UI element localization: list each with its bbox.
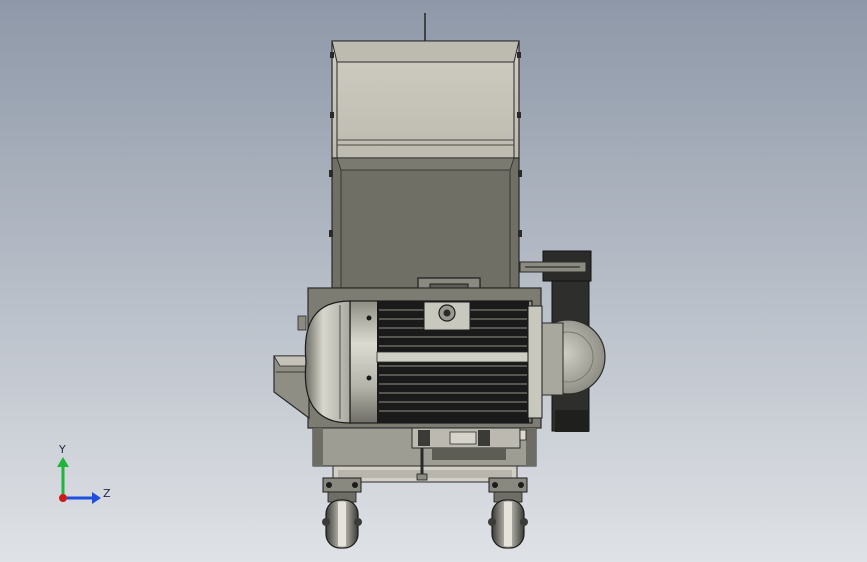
y-axis-label: Y [58,443,66,456]
discharge-chute [273,355,310,420]
left-caster-wheel [322,477,362,549]
z-axis-label: Z [103,487,111,500]
granulator-model: Y Z [57,13,606,549]
hopper [330,13,521,160]
x-axis-origin [59,494,67,502]
cutting-chamber-body [329,157,522,304]
cad-viewport[interactable]: Y Z [0,0,867,562]
z-axis-arrowhead [92,492,101,504]
y-axis-arrowhead [57,457,69,467]
coordinate-triad[interactable]: Y Z [57,443,111,504]
right-caster-wheel [488,477,528,549]
electric-motor [297,300,543,424]
